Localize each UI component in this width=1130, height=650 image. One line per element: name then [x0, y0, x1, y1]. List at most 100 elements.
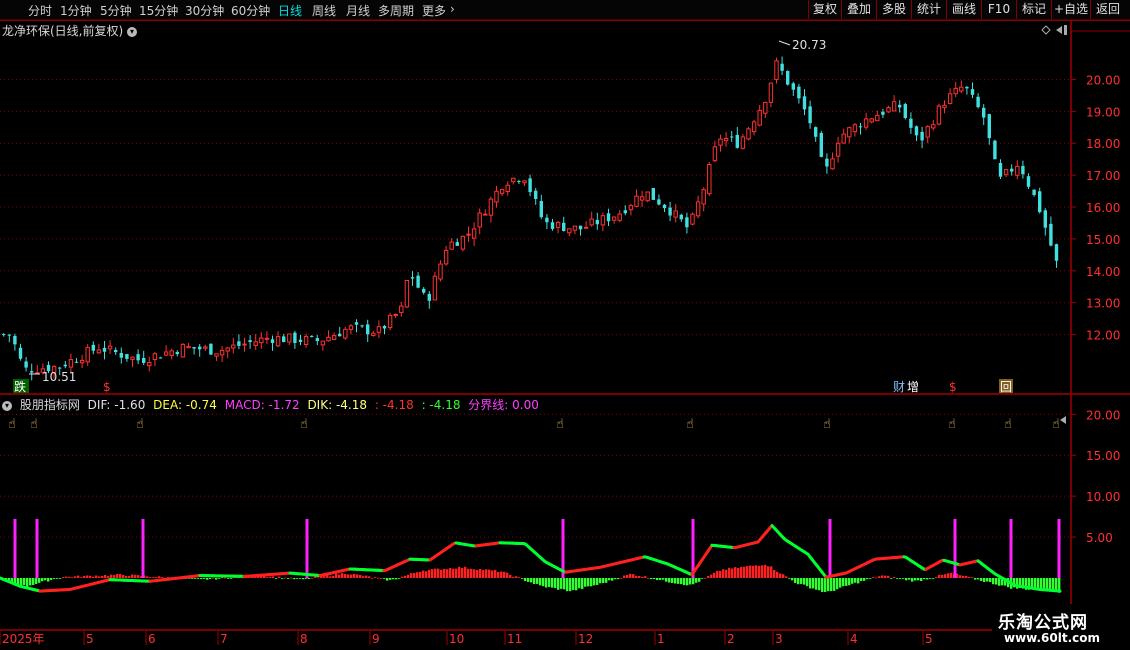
- macd-bar: [590, 577, 593, 587]
- macd-bar: [974, 577, 977, 580]
- macd-bar: [833, 577, 836, 591]
- candle-body: [998, 162, 1003, 177]
- event-markers: 跌 $ 财 增 $ 回: [13, 379, 1013, 394]
- macd-bar: [635, 575, 638, 578]
- diamond-icon[interactable]: [1041, 25, 1051, 35]
- macd-bar: [611, 577, 614, 581]
- macd-bar: [317, 577, 320, 579]
- macd-bar: [71, 577, 74, 579]
- macd-bar: [209, 577, 212, 579]
- macd-bar: [446, 569, 449, 578]
- macd-bar: [314, 576, 317, 578]
- macd-bar: [716, 570, 719, 578]
- candle-body: [466, 233, 471, 236]
- macd-bar: [581, 577, 584, 590]
- macd-bar: [803, 577, 806, 585]
- macd-bar: [200, 577, 203, 580]
- macd-bar: [506, 572, 509, 578]
- candle-body: [685, 217, 689, 228]
- macd-bar: [569, 577, 572, 592]
- candle-body: [606, 213, 611, 222]
- candle-body: [298, 339, 303, 342]
- macd-bar: [893, 577, 896, 578]
- candle-body: [338, 333, 342, 337]
- candle-body: [427, 293, 431, 301]
- cai-marker[interactable]: 财: [893, 380, 905, 394]
- candle-body: [455, 242, 459, 246]
- macd-bar: [671, 577, 674, 583]
- candle-body: [416, 275, 420, 288]
- date-tick-label: 2: [727, 632, 735, 646]
- candle-body: [802, 96, 807, 110]
- macd-bar: [536, 577, 539, 584]
- macd-bar: [575, 577, 578, 591]
- candle-body: [925, 126, 930, 138]
- price-tick-label: 14.00: [1086, 265, 1120, 279]
- macd-bar: [332, 575, 335, 578]
- macd-bar: [290, 577, 293, 579]
- candle-body: [959, 86, 964, 92]
- macd-bar: [995, 577, 998, 585]
- triangle-left-icon[interactable]: [1056, 26, 1062, 34]
- price-tick-label: 17.00: [1086, 169, 1120, 183]
- zeng-marker[interactable]: 增: [907, 380, 919, 394]
- macd-bar: [80, 577, 83, 578]
- macd-bar: [428, 569, 431, 578]
- macd-bar: [773, 569, 776, 578]
- candle-body: [18, 347, 23, 359]
- candle-body: [264, 337, 270, 340]
- candle-body: [545, 217, 549, 223]
- candle-body: [835, 142, 841, 157]
- macd-bar: [644, 576, 647, 578]
- candle-body: [841, 133, 846, 144]
- macd-bar: [848, 577, 851, 586]
- macd-bar: [869, 577, 872, 579]
- macd-bar: [650, 577, 653, 580]
- candle-body: [253, 341, 258, 346]
- macd-bar: [734, 567, 737, 578]
- hand-pointer-icon: ☝: [1004, 417, 1012, 432]
- candle-body: [881, 111, 885, 115]
- macd-bar: [365, 575, 368, 578]
- triangle-left-icon-2[interactable]: [1060, 416, 1066, 424]
- candle-body: [572, 225, 578, 231]
- candle-body: [965, 86, 969, 89]
- candle-body: [275, 336, 281, 347]
- candle-body: [774, 60, 779, 80]
- candle-body: [634, 195, 639, 207]
- macd-bar: [110, 574, 113, 578]
- macd-bar: [218, 577, 221, 579]
- macd-bar: [872, 577, 875, 578]
- dollar-marker[interactable]: $: [103, 380, 111, 394]
- price-axis: 12.00 13.00 14.00 15.00 16.00 17.00 18.00 19.00…: [1071, 73, 1120, 343]
- candle-body: [814, 127, 818, 137]
- candle-body: [595, 219, 599, 225]
- macd-bar: [713, 572, 716, 578]
- candle-body: [909, 118, 913, 128]
- macd-bar: [107, 576, 110, 578]
- candle-body: [639, 196, 645, 201]
- macd-bar: [554, 577, 557, 588]
- macd-bar: [794, 577, 797, 584]
- die-marker[interactable]: 跌: [14, 379, 26, 394]
- dollar-marker-2[interactable]: $: [949, 380, 957, 394]
- macd-bar: [989, 577, 992, 583]
- macd-bar: [338, 574, 341, 578]
- macd-bar: [785, 576, 788, 578]
- candle-body: [219, 349, 225, 356]
- candle-body: [914, 126, 919, 136]
- macd-bar: [947, 573, 950, 578]
- macd-bar: [860, 577, 863, 581]
- macd-bar: [494, 569, 497, 578]
- candle-body: [443, 249, 449, 265]
- macd-bar: [302, 577, 305, 580]
- low-annotation: 10.51: [29, 370, 76, 384]
- hui-marker[interactable]: 回: [1000, 380, 1012, 394]
- macd-bar: [662, 577, 665, 580]
- candle-body: [477, 212, 482, 228]
- candle-body: [555, 221, 561, 228]
- macd-bar: [725, 569, 728, 578]
- macd-bar: [278, 576, 281, 578]
- candle-body: [107, 345, 113, 350]
- macd-bar: [965, 575, 968, 578]
